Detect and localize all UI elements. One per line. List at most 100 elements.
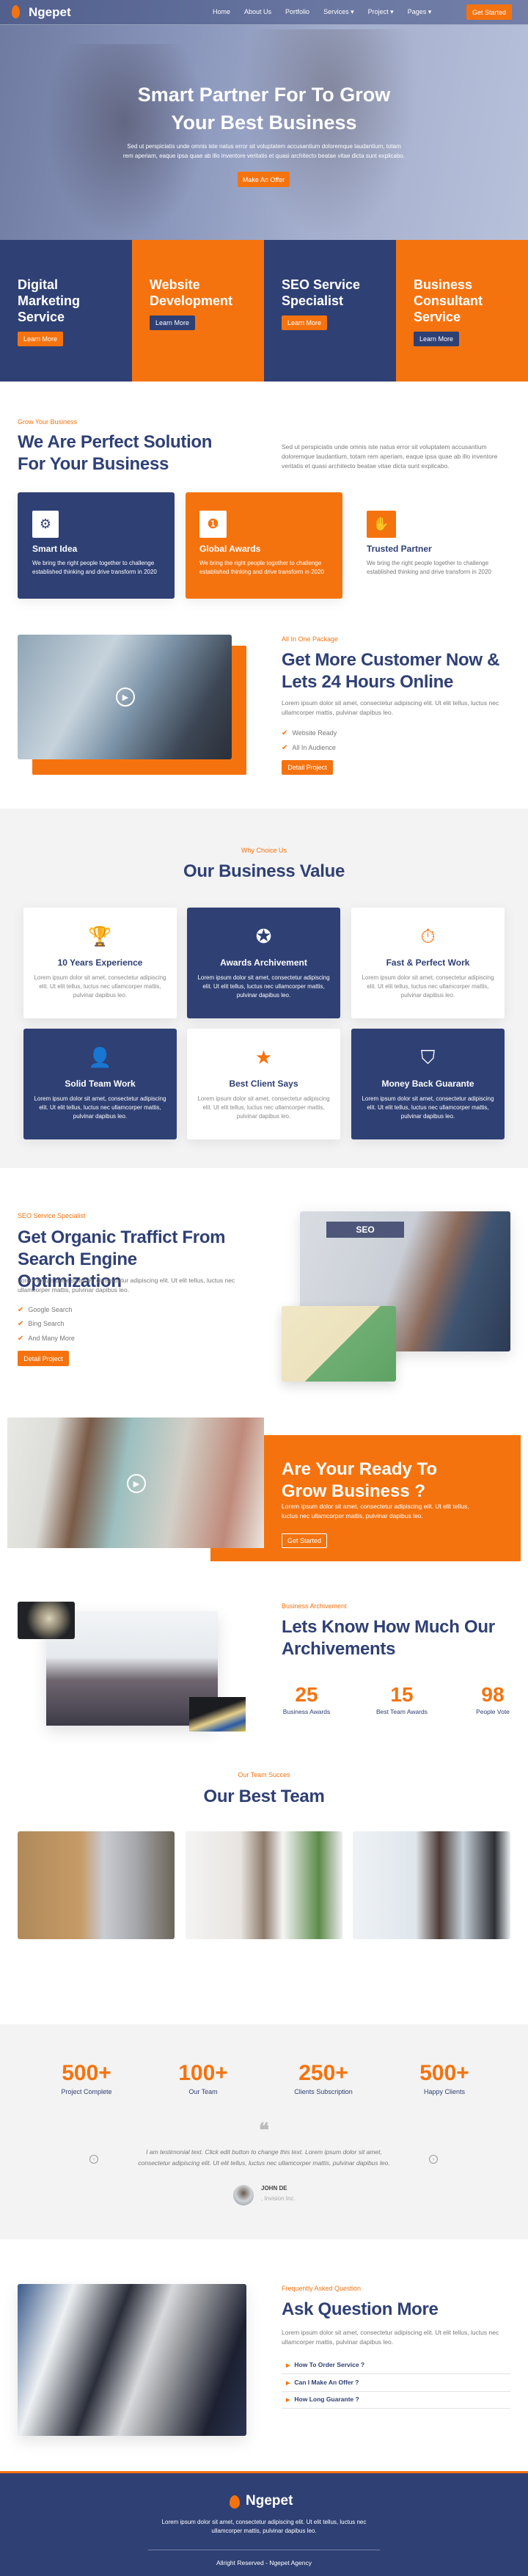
value-title: Awards Archivement	[220, 957, 307, 968]
feature-text: We bring the right people together to ch…	[199, 560, 324, 575]
stat-value: 98	[481, 1683, 505, 1706]
faq-item[interactable]: ▶ How To Order Service ?	[282, 2361, 510, 2374]
shield-icon: ⛉	[420, 1046, 436, 1068]
office-team-photo	[18, 2284, 246, 2436]
value-text: Lorem ipsum dolor sit amet, consectetur …	[362, 974, 494, 999]
check-icon: ✔	[282, 744, 288, 752]
service-card-seo	[264, 240, 396, 382]
counter: 500+ Project Complete	[43, 2060, 131, 2095]
nav-menu: Home About Us Portfolio Services ▾ Proje…	[213, 8, 431, 16]
play-video-button[interactable]: ▶	[127, 1474, 146, 1493]
meeting-video-photo: ▶	[7, 1417, 264, 1548]
section-title: Our Business Value	[183, 861, 345, 881]
handshake-icon: ✋	[367, 511, 396, 538]
learn-more-button[interactable]: Learn More	[150, 315, 195, 330]
value-card: ⛉ Money Back Guarante Lorem ipsum dolor …	[351, 1029, 505, 1139]
check-icon: ✔	[18, 1335, 24, 1343]
value-title: 10 Years Experience	[57, 957, 143, 968]
team-member-photo[interactable]	[186, 1831, 342, 1939]
nav-home[interactable]: Home	[213, 8, 230, 16]
section-text: Sed ut perspiciatis unde omnis iste natu…	[282, 443, 498, 470]
caret-right-icon: ▶	[286, 2398, 290, 2403]
achievement-stat: 15 Best Team Awards	[365, 1683, 439, 1715]
service-title: SEO Service Specialist	[282, 277, 361, 308]
faq-item[interactable]: ▶ How Long Guarante ?	[282, 2396, 510, 2409]
counter: 250+ Clients Subscription	[279, 2060, 367, 2095]
value-card: 👤 Solid Team Work Lorem ipsum dolor sit …	[23, 1029, 177, 1139]
detail-project-button[interactable]: Detail Project	[282, 760, 333, 775]
seo-screen-banner: SEO	[326, 1222, 404, 1238]
get-started-button[interactable]: Get Started	[282, 1533, 327, 1548]
section-label: Grow Your Business	[18, 418, 78, 426]
caret-down-icon: ▾	[390, 8, 394, 15]
footer-logo[interactable]: Ngepet	[246, 2493, 293, 2509]
seo-blocks-photo	[282, 1306, 396, 1382]
navbar: Ngepet Home About Us Portfolio Services …	[0, 0, 528, 25]
service-title: Website Development	[150, 277, 233, 308]
caret-down-icon: ▾	[428, 8, 432, 15]
counter-value: 500+	[419, 2061, 469, 2085]
cta-text: Lorem ipsum dolor sit amet, consectetur …	[282, 1503, 469, 1519]
counter-label: Our Team	[188, 2088, 218, 2095]
next-arrow-icon[interactable]: ›	[429, 2155, 438, 2164]
feature-text: We bring the right people together to ch…	[32, 560, 157, 575]
section-text: Lorem ipsum dolor sit amet, consectetur …	[282, 699, 499, 716]
flame-icon	[230, 2495, 240, 2509]
nav-portfolio[interactable]: Portfolio	[285, 8, 309, 16]
section-label: SEO Service Specialist	[18, 1212, 86, 1219]
stat-label: Best Team Awards	[375, 1708, 428, 1715]
nav-services[interactable]: Services ▾	[323, 8, 354, 16]
nav-project[interactable]: Project ▾	[368, 8, 394, 16]
award-icon: ✪	[255, 925, 272, 947]
section-text: Lorem ipsum dolor sit amet, consectetur …	[282, 2329, 499, 2346]
testimonial-text: I am testimonial text. Click edit button…	[138, 2148, 390, 2167]
feature-title: Trusted Partner	[367, 544, 432, 554]
counter: 100+ Our Team	[159, 2060, 247, 2095]
feature-text: We bring the right people together to ch…	[367, 560, 491, 575]
service-card-website-development	[132, 240, 264, 382]
section-label: All In One Package	[282, 635, 339, 643]
value-title: Money Back Guarante	[381, 1079, 474, 1089]
check-item: ✔ Google Search	[18, 1306, 73, 1314]
user-gear-icon: 👤	[88, 1046, 112, 1068]
section-title: Our Best Team	[203, 1787, 325, 1806]
team-member-photo[interactable]	[18, 1831, 175, 1939]
testimonial-name: JOHN DE	[261, 2185, 287, 2192]
testimonial-company: , Invision Inc.	[261, 2195, 296, 2202]
learn-more-button[interactable]: Learn More	[18, 332, 63, 346]
section-title: Get More Customer Now & Lets 24 Hours On…	[282, 650, 500, 692]
detail-project-button[interactable]: Detail Project	[18, 1351, 69, 1366]
award-ribbon-icon: ❶	[199, 511, 227, 538]
caret-down-icon: ▾	[351, 8, 354, 15]
value-text: Lorem ipsum dolor sit amet, consectetur …	[34, 1095, 166, 1120]
tablet-chart-photo: ▶	[18, 635, 232, 759]
avatar	[233, 2185, 254, 2205]
stopwatch-icon: ⏱	[420, 925, 436, 947]
achievement-stat: 98 People Vote	[456, 1683, 528, 1715]
brand-logo[interactable]: Ngepet	[29, 5, 71, 20]
caret-right-icon: ▶	[286, 2380, 290, 2386]
faq-item[interactable]: ▶ Can I Make An Offer ?	[282, 2379, 510, 2392]
nav-pages[interactable]: Pages ▾	[408, 8, 432, 16]
hero-text: Sed ut perspiciatis unde omnis iste natu…	[122, 143, 406, 159]
copyright: Allright Reserved - Ngepet Agency	[216, 2559, 312, 2566]
counter-label: Clients Subscription	[294, 2088, 353, 2095]
play-video-button[interactable]: ▶	[116, 687, 135, 707]
check-item: ✔ And Many More	[18, 1335, 75, 1343]
counter-value: 250+	[298, 2061, 348, 2085]
learn-more-button[interactable]: Learn More	[282, 315, 327, 330]
section-label: Business Archivement	[282, 1602, 347, 1610]
prev-arrow-icon[interactable]: ‹	[89, 2155, 98, 2164]
get-started-button[interactable]: Get Started	[466, 4, 512, 20]
medal-photo	[18, 1602, 75, 1639]
value-title: Solid Team Work	[65, 1079, 136, 1089]
make-offer-button[interactable]: Make An Offer	[238, 172, 290, 187]
star-icon: ★	[254, 1046, 273, 1068]
counter-label: Happy Clients	[423, 2088, 466, 2095]
counter-label: Project Complete	[61, 2088, 112, 2095]
check-icon: ✔	[18, 1306, 24, 1314]
caret-right-icon: ▶	[286, 2363, 290, 2368]
team-member-photo[interactable]	[353, 1831, 510, 1939]
learn-more-button[interactable]: Learn More	[414, 332, 459, 346]
nav-about[interactable]: About Us	[244, 8, 271, 16]
